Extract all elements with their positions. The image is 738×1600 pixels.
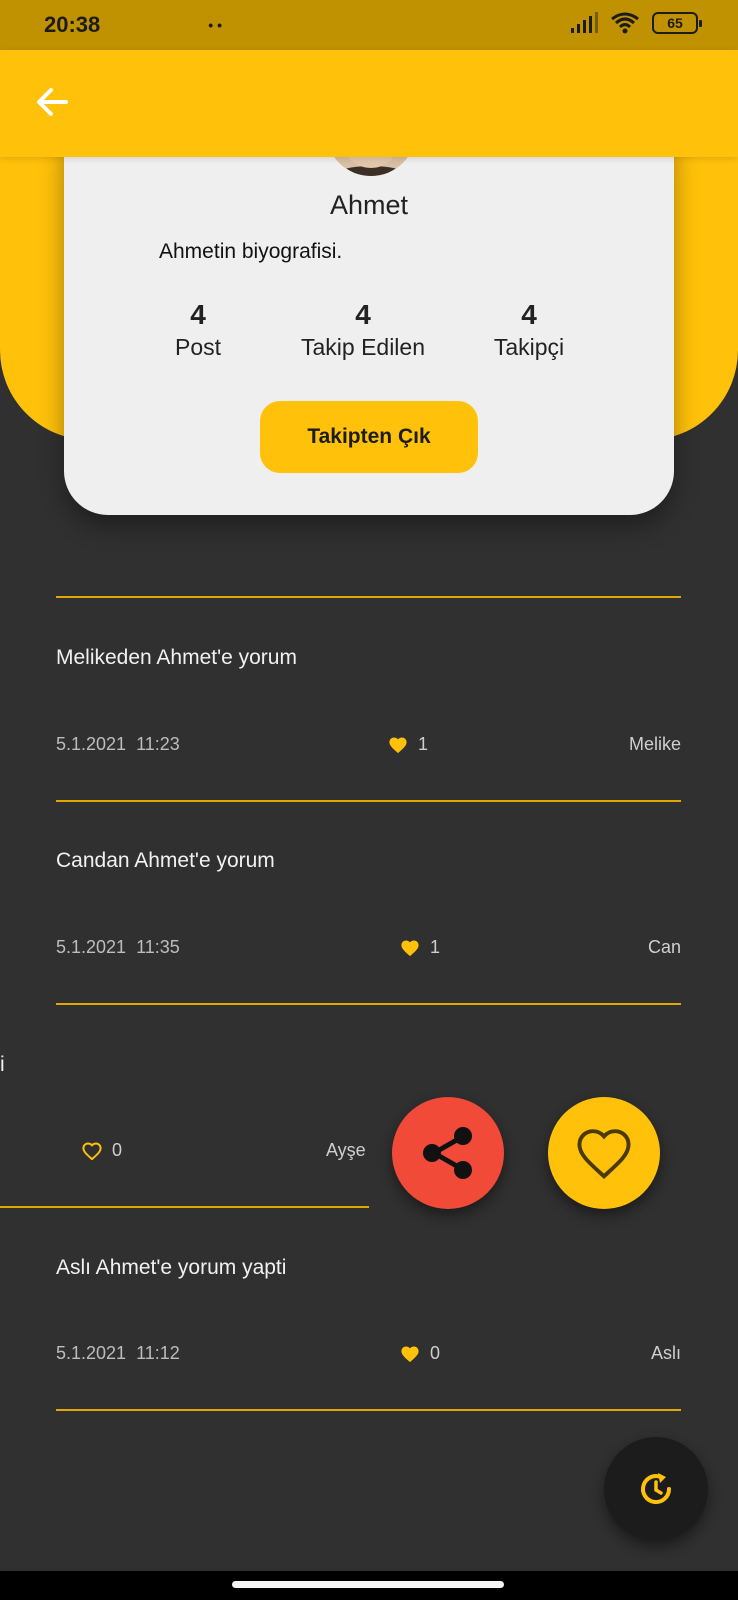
profile-card: Ahmet Ahmetin biyografisi. 4 Post 4 Taki… (64, 110, 674, 515)
profile-name: Ahmet (329, 190, 409, 220)
stat-posts[interactable]: 4 Post (175, 298, 221, 362)
share-button[interactable] (392, 1097, 504, 1209)
post-author[interactable]: Aslı (651, 1343, 681, 1364)
divider (56, 800, 681, 802)
like-button[interactable]: 1 (400, 937, 440, 958)
post-date: 5.1.2021 (56, 1343, 127, 1363)
post-timestamp: 5.1.2021 11:23 (56, 734, 180, 755)
profile-bio: Ahmetin biyografisi. (159, 240, 343, 263)
divider (56, 1409, 681, 1411)
back-button[interactable] (30, 80, 74, 124)
post-date: 5.1.2021 (56, 734, 127, 754)
divider (56, 1003, 681, 1005)
post-author[interactable]: Melike (629, 734, 681, 755)
like-count: 1 (430, 937, 441, 957)
post-title[interactable]: Aslı Ahmet'e yorum yapti (56, 1256, 286, 1280)
post-author[interactable]: Ayşe (326, 1140, 366, 1161)
post-author[interactable]: Can (648, 937, 681, 958)
navigation-bar (0, 1571, 738, 1600)
post-time: 11:35 (136, 937, 180, 957)
battery-level: 65 (667, 15, 683, 31)
heart-outline-icon (82, 1141, 102, 1160)
profile-screen: 20:38 •• 65 Ahmet Ahmetin biyografisi. 4… (0, 0, 738, 1600)
stat-value: 4 (190, 299, 206, 330)
stat-label: Takipçi (493, 334, 565, 360)
like-count: 1 (418, 734, 429, 754)
like-button[interactable]: 1 (388, 734, 428, 755)
arrow-left-icon (37, 88, 68, 116)
like-count: 0 (112, 1140, 123, 1160)
status-time: 20:38 (44, 12, 101, 37)
stat-value: 4 (521, 299, 537, 330)
refresh-button[interactable] (604, 1437, 708, 1541)
like-button[interactable]: 0 (82, 1140, 122, 1161)
post-timestamp: 5.1.2021 11:12 (56, 1343, 180, 1364)
status-bar: 20:38 •• 65 (0, 0, 738, 50)
divider (56, 596, 681, 598)
battery-icon: 65 (652, 12, 702, 34)
like-button[interactable]: 0 (400, 1343, 440, 1364)
post-title[interactable]: Melikeden Ahmet'e yorum (56, 646, 297, 670)
post-time: 11:12 (136, 1343, 180, 1363)
stat-label: Post (174, 334, 222, 360)
notification-dots: •• (208, 17, 227, 33)
like-count: 0 (430, 1343, 441, 1363)
post-date: 5.1.2021 (56, 937, 127, 957)
stat-following[interactable]: 4 Takip Edilen (301, 298, 425, 362)
status-icons: 65 (570, 12, 702, 34)
signal-icon (571, 12, 598, 33)
post-time: 11:23 (136, 734, 180, 754)
home-gesture-handle[interactable] (232, 1581, 504, 1588)
post-title[interactable]: Candan Ahmet'e yorum (56, 849, 275, 873)
heart-outline-icon (577, 1129, 631, 1179)
share-icon (423, 1127, 472, 1179)
heart-filled-icon (401, 939, 419, 956)
wifi-icon (611, 12, 639, 34)
divider (0, 1206, 369, 1208)
heart-filled-icon (389, 736, 407, 753)
app-bar (0, 50, 738, 157)
like-fab-button[interactable] (548, 1097, 660, 1209)
stat-value: 4 (355, 299, 371, 330)
post-timestamp: 5.1.2021 11:35 (56, 937, 180, 958)
stat-followers[interactable]: 4 Takipçi (494, 298, 564, 362)
unfollow-button[interactable]: Takipten Çık (260, 401, 478, 473)
stat-label: Takip Edilen (300, 334, 426, 360)
post-title[interactable]: i (0, 1053, 5, 1077)
heart-filled-icon (401, 1345, 419, 1362)
refresh-icon (641, 1473, 671, 1505)
